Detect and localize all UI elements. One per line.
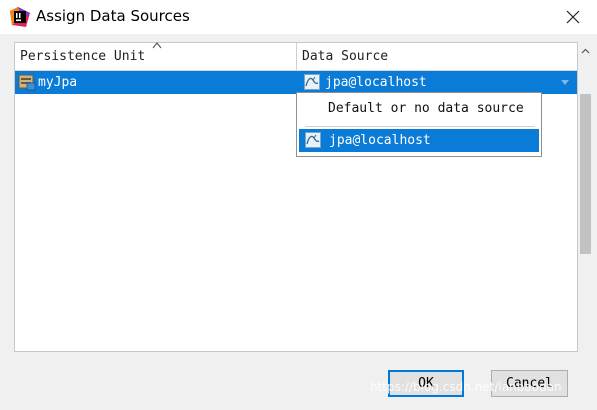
persistence-unit-icon [18,74,36,91]
dropdown-option-jpa-localhost[interactable]: jpa@localhost [299,129,539,152]
column-header-data-source[interactable]: Data Source [302,43,388,70]
vertical-scrollbar[interactable] [578,42,593,352]
data-source-dropdown: Default or no data source jpa@localhost [296,92,542,157]
scrollbar-thumb[interactable] [580,94,591,254]
column-header-persistence-unit[interactable]: Persistence Unit [20,43,145,70]
table-header: Persistence Unit Data Source [15,42,577,71]
column-divider[interactable] [296,43,297,70]
close-button[interactable] [560,4,586,30]
table-row[interactable]: myJpa jpa@localhost [15,71,577,94]
dropdown-option-label: jpa@localhost [329,133,431,148]
mysql-datasource-icon [305,132,321,148]
chevron-down-icon[interactable] [559,77,571,87]
scroll-up-icon[interactable] [581,48,590,54]
assign-data-sources-dialog: Assign Data Sources Persistence Unit Dat… [0,0,597,410]
close-icon [566,10,580,24]
persistence-units-table: Persistence Unit Data Source myJpa jpa@l… [14,42,578,352]
cancel-button[interactable]: Cancel [491,370,568,397]
window-title: Assign Data Sources [36,7,190,25]
ok-button[interactable]: OK [388,370,464,397]
intellij-idea-icon [10,7,30,27]
dropdown-option-default[interactable]: Default or no data source [297,93,541,124]
title-bar: Assign Data Sources [0,0,597,34]
sort-ascending-icon [152,42,162,49]
persistence-unit-name: myJpa [38,75,78,90]
dropdown-separator [305,126,535,127]
mysql-datasource-icon [304,74,320,90]
data-source-combo-value[interactable]: jpa@localhost [325,71,427,94]
